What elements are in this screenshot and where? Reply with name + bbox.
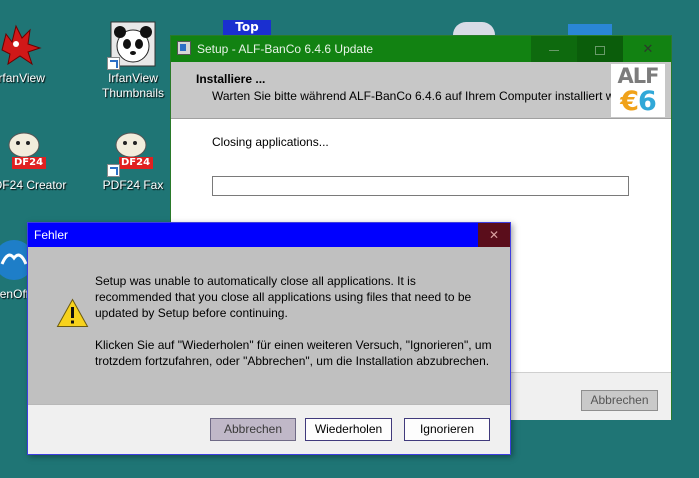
- shortcut-arrow-icon: [107, 164, 120, 177]
- logo-six-text: 6: [638, 86, 657, 117]
- error-dialog-title: Fehler: [34, 228, 69, 242]
- setup-header-title: Installiere ...: [196, 72, 266, 86]
- minimize-icon: [549, 49, 559, 51]
- blue-app-icon[interactable]: [568, 24, 612, 35]
- alf-banco-logo: ALF €6: [611, 64, 665, 117]
- setup-close-button[interactable]: ✕: [625, 36, 671, 62]
- desktop-icon-pdf24-creator[interactable]: DF24 PDF24 Creator: [0, 127, 74, 193]
- logo-euro-six: €6: [611, 87, 665, 117]
- maximize-button[interactable]: [577, 36, 623, 62]
- error-message: Setup was unable to automatically close …: [95, 273, 495, 385]
- setup-progress-bar: [212, 176, 629, 196]
- pdf24-logo-text: DF24: [121, 157, 151, 168]
- minimize-button[interactable]: [531, 36, 577, 62]
- clock-app-icon[interactable]: [453, 22, 495, 35]
- logo-euro-text: €: [620, 86, 639, 117]
- setup-app-icon: [177, 41, 191, 55]
- error-titlebar[interactable]: Fehler ✕: [28, 223, 510, 247]
- panda-icon: [107, 20, 157, 70]
- logo-alf-text: ALF: [617, 64, 660, 88]
- maximize-icon: [595, 45, 605, 55]
- abort-button[interactable]: Abbrechen: [210, 418, 296, 441]
- shortcut-arrow-icon: [107, 57, 120, 70]
- error-message-german: Klicken Sie auf "Wiederholen" für einen …: [95, 338, 492, 368]
- error-footer: Abbrechen Wiederholen Ignorieren: [28, 404, 510, 454]
- desktop-icon-label: IrfanView Thumbnails: [101, 71, 165, 100]
- pdf24-logo-text: DF24: [14, 157, 44, 168]
- desktop-icon-irfanview[interactable]: IrfanView: [0, 20, 68, 86]
- setup-cancel-button[interactable]: Abbrechen: [581, 390, 658, 411]
- desktop-icon-label: PDF24 Creator: [0, 178, 67, 192]
- warning-icon: [56, 298, 89, 327]
- setup-header-subtitle: Warten Sie bitte während ALF-BanCo 6.4.6…: [212, 89, 632, 103]
- error-close-button[interactable]: ✕: [478, 223, 510, 247]
- desktop-icon-pdf24-fax[interactable]: DF24 PDF24 Fax: [85, 127, 181, 193]
- pdf24-sheep-icon: DF24: [107, 127, 157, 177]
- setup-window-title: Setup - ALF-BanCo 6.4.6 Update: [197, 42, 374, 56]
- setup-status-text: Closing applications...: [212, 135, 329, 149]
- error-dialog: Fehler ✕ Setup was unable to automatical…: [27, 222, 511, 455]
- pdf24-sheep-icon: DF24: [2, 127, 50, 175]
- error-message-english: Setup was unable to automatically close …: [95, 274, 472, 320]
- desktop-icon-label: IrfanView: [0, 71, 45, 85]
- setup-header: Installiere ... Warten Sie bitte während…: [171, 62, 671, 119]
- irfanview-icon: [0, 20, 44, 68]
- top-icon-text: Top: [235, 20, 259, 34]
- desktop-icon-irfanview-thumbnails[interactable]: IrfanView Thumbnails: [85, 20, 181, 101]
- desktop-icon-label: PDF24 Fax: [102, 178, 164, 192]
- ignore-button[interactable]: Ignorieren: [404, 418, 490, 441]
- top-app-icon[interactable]: Top: [223, 20, 271, 35]
- retry-button[interactable]: Wiederholen: [305, 418, 392, 441]
- setup-titlebar[interactable]: Setup - ALF-BanCo 6.4.6 Update ✕: [171, 36, 671, 62]
